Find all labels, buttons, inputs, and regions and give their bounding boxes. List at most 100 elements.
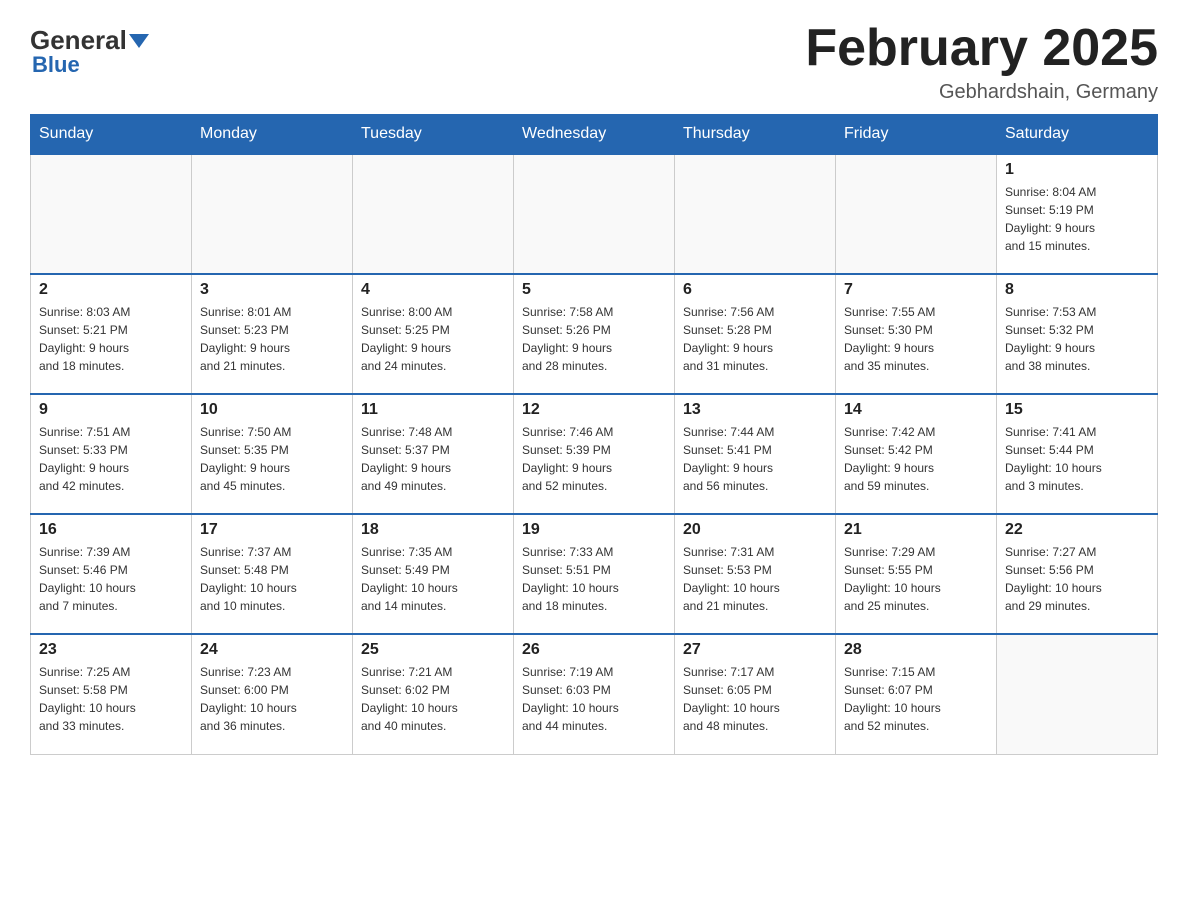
- day-number: 15: [1005, 401, 1149, 419]
- day-number: 1: [1005, 161, 1149, 179]
- calendar-cell: 7 Sunrise: 7:55 AM Sunset: 5:30 PM Daylig…: [836, 274, 997, 394]
- calendar-cell: 3Sunrise: 8:01 AM Sunset: 5:23 PM Daylig…: [192, 274, 353, 394]
- month-title: February 2025: [805, 20, 1158, 77]
- location-text: Gebhardshain, Germany: [805, 81, 1158, 104]
- calendar-cell: [514, 154, 675, 274]
- calendar-cell: 20 Sunrise: 7:31 AM Sunset: 5:53 PM Dayli…: [675, 514, 836, 634]
- logo-general: General: [30, 25, 127, 55]
- day-info: Sunrise: 7:27 AM Sunset: 5:56 PM Dayligh…: [1005, 543, 1149, 615]
- logo-blue-text: Blue: [32, 52, 80, 78]
- calendar-cell: 8 Sunrise: 7:53 AM Sunset: 5:32 PM Daylig…: [997, 274, 1158, 394]
- day-info: Sunrise: 7:56 AM Sunset: 5:28 PM Dayligh…: [683, 303, 827, 375]
- calendar-cell: [675, 154, 836, 274]
- calendar-cell: [192, 154, 353, 274]
- calendar-cell: 28 Sunrise: 7:15 AM Sunset: 6:07 PM Dayli…: [836, 634, 997, 754]
- weekday-header-saturday: Saturday: [997, 115, 1158, 155]
- calendar-cell: 2Sunrise: 8:03 AM Sunset: 5:21 PM Daylig…: [31, 274, 192, 394]
- day-number: 10: [200, 401, 344, 419]
- calendar-cell: [353, 154, 514, 274]
- day-number: 2: [39, 281, 183, 299]
- day-info: Sunrise: 7:39 AM Sunset: 5:46 PM Dayligh…: [39, 543, 183, 615]
- calendar-cell: 9Sunrise: 7:51 AM Sunset: 5:33 PM Daylig…: [31, 394, 192, 514]
- day-number: 4: [361, 281, 505, 299]
- day-number: 20: [683, 521, 827, 539]
- weekday-header-sunday: Sunday: [31, 115, 192, 155]
- day-number: 14: [844, 401, 988, 419]
- day-info: Sunrise: 7:37 AM Sunset: 5:48 PM Dayligh…: [200, 543, 344, 615]
- day-info: Sunrise: 7:46 AM Sunset: 5:39 PM Dayligh…: [522, 423, 666, 495]
- logo: General Blue: [30, 20, 149, 78]
- day-info: Sunrise: 7:55 AM Sunset: 5:30 PM Dayligh…: [844, 303, 988, 375]
- day-info: Sunrise: 7:50 AM Sunset: 5:35 PM Dayligh…: [200, 423, 344, 495]
- day-number: 26: [522, 641, 666, 659]
- week-row-3: 9Sunrise: 7:51 AM Sunset: 5:33 PM Daylig…: [31, 394, 1158, 514]
- day-info: Sunrise: 7:58 AM Sunset: 5:26 PM Dayligh…: [522, 303, 666, 375]
- day-number: 7: [844, 281, 988, 299]
- day-info: Sunrise: 7:51 AM Sunset: 5:33 PM Dayligh…: [39, 423, 183, 495]
- day-number: 21: [844, 521, 988, 539]
- page-header: General Blue February 2025 Gebhardshain,…: [30, 20, 1158, 104]
- calendar-cell: [31, 154, 192, 274]
- day-number: 24: [200, 641, 344, 659]
- calendar-cell: 17Sunrise: 7:37 AM Sunset: 5:48 PM Dayli…: [192, 514, 353, 634]
- calendar-cell: 5 Sunrise: 7:58 AM Sunset: 5:26 PM Daylig…: [514, 274, 675, 394]
- day-info: Sunrise: 7:15 AM Sunset: 6:07 PM Dayligh…: [844, 663, 988, 735]
- calendar-cell: 19Sunrise: 7:33 AM Sunset: 5:51 PM Dayli…: [514, 514, 675, 634]
- calendar-cell: 1 Sunrise: 8:04 AM Sunset: 5:19 PM Daylig…: [997, 154, 1158, 274]
- weekday-header-tuesday: Tuesday: [353, 115, 514, 155]
- calendar-cell: 12 Sunrise: 7:46 AM Sunset: 5:39 PM Dayli…: [514, 394, 675, 514]
- calendar-cell: 26 Sunrise: 7:19 AM Sunset: 6:03 PM Dayli…: [514, 634, 675, 754]
- day-info: Sunrise: 8:04 AM Sunset: 5:19 PM Dayligh…: [1005, 183, 1149, 255]
- calendar-cell: 11Sunrise: 7:48 AM Sunset: 5:37 PM Dayli…: [353, 394, 514, 514]
- day-info: Sunrise: 7:19 AM Sunset: 6:03 PM Dayligh…: [522, 663, 666, 735]
- day-info: Sunrise: 7:23 AM Sunset: 6:00 PM Dayligh…: [200, 663, 344, 735]
- day-number: 11: [361, 401, 505, 419]
- day-number: 25: [361, 641, 505, 659]
- day-number: 3: [200, 281, 344, 299]
- day-number: 27: [683, 641, 827, 659]
- week-row-4: 16 Sunrise: 7:39 AM Sunset: 5:46 PM Dayli…: [31, 514, 1158, 634]
- calendar-cell: 15 Sunrise: 7:41 AM Sunset: 5:44 PM Dayli…: [997, 394, 1158, 514]
- day-info: Sunrise: 7:31 AM Sunset: 5:53 PM Dayligh…: [683, 543, 827, 615]
- calendar-cell: 25 Sunrise: 7:21 AM Sunset: 6:02 PM Dayli…: [353, 634, 514, 754]
- day-info: Sunrise: 7:25 AM Sunset: 5:58 PM Dayligh…: [39, 663, 183, 735]
- day-number: 6: [683, 281, 827, 299]
- day-number: 28: [844, 641, 988, 659]
- day-number: 16: [39, 521, 183, 539]
- day-number: 8: [1005, 281, 1149, 299]
- weekday-header-thursday: Thursday: [675, 115, 836, 155]
- logo-triangle-icon: [129, 34, 149, 48]
- day-info: Sunrise: 7:35 AM Sunset: 5:49 PM Dayligh…: [361, 543, 505, 615]
- calendar-cell: 6 Sunrise: 7:56 AM Sunset: 5:28 PM Daylig…: [675, 274, 836, 394]
- calendar-cell: 10 Sunrise: 7:50 AM Sunset: 5:35 PM Dayli…: [192, 394, 353, 514]
- day-number: 12: [522, 401, 666, 419]
- calendar-cell: 21 Sunrise: 7:29 AM Sunset: 5:55 PM Dayli…: [836, 514, 997, 634]
- day-info: Sunrise: 7:41 AM Sunset: 5:44 PM Dayligh…: [1005, 423, 1149, 495]
- day-info: Sunrise: 7:21 AM Sunset: 6:02 PM Dayligh…: [361, 663, 505, 735]
- weekday-header-row: SundayMondayTuesdayWednesdayThursdayFrid…: [31, 115, 1158, 155]
- day-number: 5: [522, 281, 666, 299]
- calendar-cell: [836, 154, 997, 274]
- weekday-header-wednesday: Wednesday: [514, 115, 675, 155]
- day-number: 18: [361, 521, 505, 539]
- day-info: Sunrise: 8:00 AM Sunset: 5:25 PM Dayligh…: [361, 303, 505, 375]
- calendar-cell: 13 Sunrise: 7:44 AM Sunset: 5:41 PM Dayli…: [675, 394, 836, 514]
- day-number: 13: [683, 401, 827, 419]
- day-info: Sunrise: 7:29 AM Sunset: 5:55 PM Dayligh…: [844, 543, 988, 615]
- calendar-cell: 18 Sunrise: 7:35 AM Sunset: 5:49 PM Dayli…: [353, 514, 514, 634]
- week-row-1: 1 Sunrise: 8:04 AM Sunset: 5:19 PM Daylig…: [31, 154, 1158, 274]
- calendar-cell: 23 Sunrise: 7:25 AM Sunset: 5:58 PM Dayli…: [31, 634, 192, 754]
- calendar-cell: 24 Sunrise: 7:23 AM Sunset: 6:00 PM Dayli…: [192, 634, 353, 754]
- day-info: Sunrise: 7:53 AM Sunset: 5:32 PM Dayligh…: [1005, 303, 1149, 375]
- day-info: Sunrise: 7:17 AM Sunset: 6:05 PM Dayligh…: [683, 663, 827, 735]
- day-info: Sunrise: 7:44 AM Sunset: 5:41 PM Dayligh…: [683, 423, 827, 495]
- title-section: February 2025 Gebhardshain, Germany: [805, 20, 1158, 104]
- calendar-cell: 4 Sunrise: 8:00 AM Sunset: 5:25 PM Daylig…: [353, 274, 514, 394]
- week-row-2: 2Sunrise: 8:03 AM Sunset: 5:21 PM Daylig…: [31, 274, 1158, 394]
- day-number: 23: [39, 641, 183, 659]
- calendar-cell: [997, 634, 1158, 754]
- calendar-cell: 16 Sunrise: 7:39 AM Sunset: 5:46 PM Dayli…: [31, 514, 192, 634]
- day-info: Sunrise: 7:42 AM Sunset: 5:42 PM Dayligh…: [844, 423, 988, 495]
- weekday-header-monday: Monday: [192, 115, 353, 155]
- day-number: 19: [522, 521, 666, 539]
